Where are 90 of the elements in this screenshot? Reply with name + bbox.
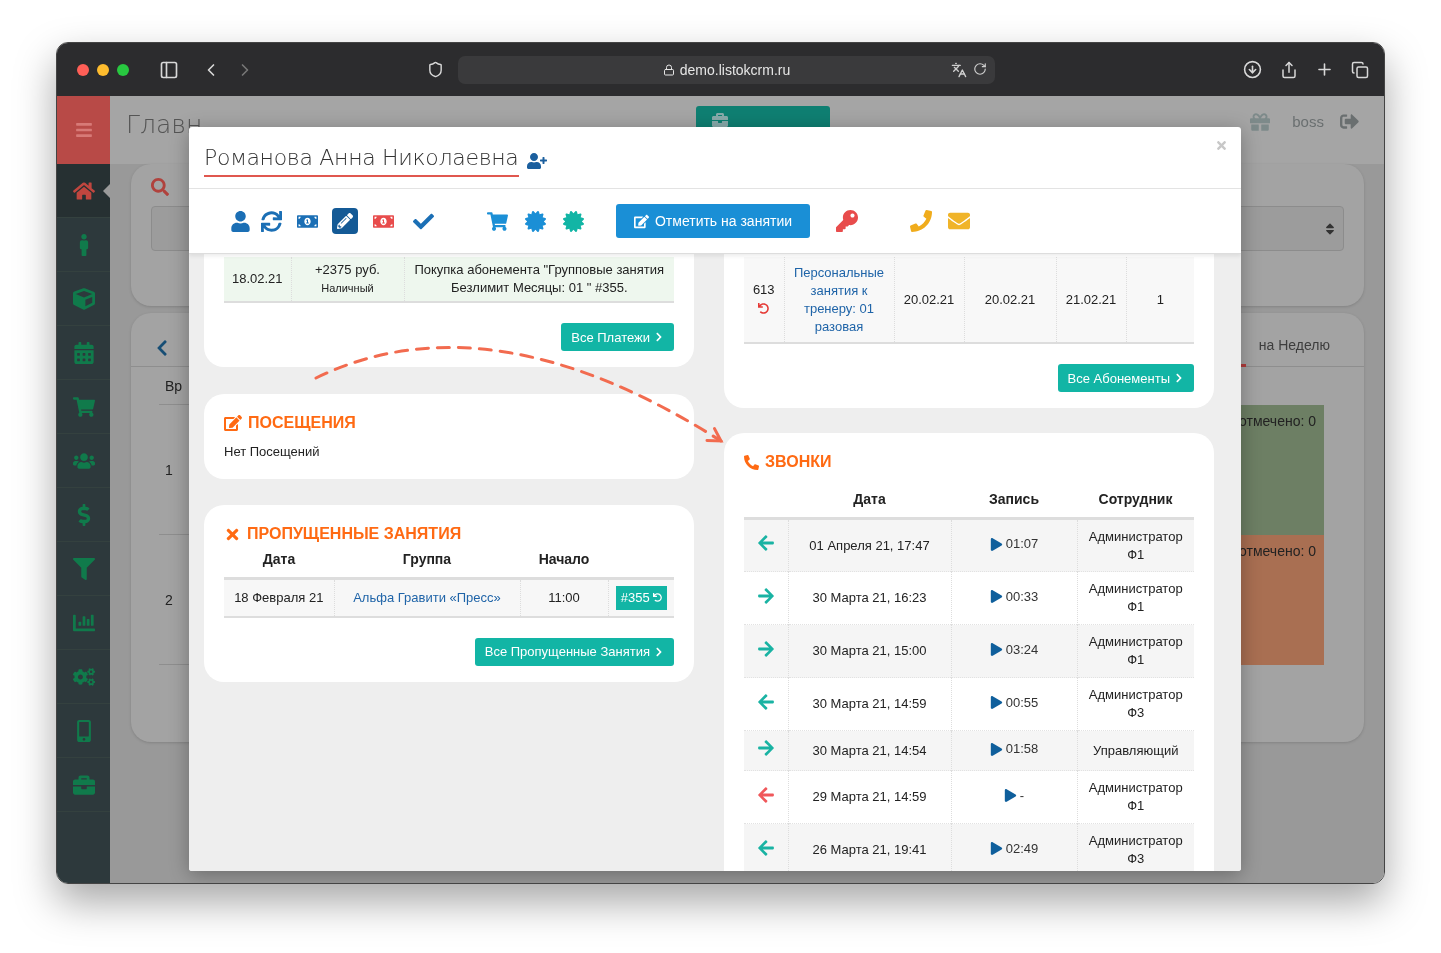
undo-icon[interactable] <box>758 302 770 314</box>
address-bar[interactable]: demo.listokcrm.ru <box>458 55 995 84</box>
gears-icon[interactable] <box>72 665 95 688</box>
table-cell: 20.02.21 <box>964 257 1056 343</box>
table-cell: 18 Февраля 21 <box>224 578 334 617</box>
lock-icon <box>662 63 675 76</box>
table-cell: Администратор Ф1 <box>1077 624 1194 678</box>
cart-icon[interactable] <box>72 395 95 418</box>
toolbar-button[interactable] <box>332 208 358 234</box>
empty-message: Нет Посещений <box>224 444 321 459</box>
table-cell: 30 Марта 21, 15:00 <box>788 624 951 678</box>
mark-attendance-button[interactable]: Отметить на занятии <box>616 204 810 238</box>
play-button[interactable]: 00:55 <box>989 693 1039 712</box>
play-icon[interactable] <box>989 742 1003 756</box>
sort-icon <box>1323 221 1337 236</box>
chevron-right-icon <box>654 646 664 657</box>
play-icon[interactable] <box>989 537 1003 551</box>
client-name: Романова Анна Николаевна <box>204 145 519 177</box>
table-cell-text: 613 <box>751 280 776 299</box>
sidebar-toggle-icon[interactable] <box>159 59 179 80</box>
table-cell: 01 Апреля 21, 17:47 <box>788 518 951 572</box>
column-header: Начало <box>520 543 608 579</box>
table-cell: 11:00 <box>520 578 608 617</box>
search-icon <box>151 178 169 196</box>
logout-icon[interactable] <box>1339 112 1359 131</box>
table-cell: 20.02.21 <box>894 257 964 343</box>
table-cell: Покупка абонемента "Групповые занятия Безлимит Месяцы: 01 " #355. <box>404 257 674 302</box>
edit-icon <box>224 414 242 432</box>
minimize-window-button[interactable] <box>97 63 109 76</box>
play-icon[interactable] <box>989 590 1003 604</box>
pencil-icon[interactable] <box>337 213 353 229</box>
chevron-right-icon <box>1174 373 1184 383</box>
play-button[interactable]: - <box>1003 786 1025 805</box>
user-name: boss <box>1292 113 1324 130</box>
schedule-slot: отмечено: 0 <box>1239 405 1324 535</box>
schedule-slot: отмечено: 0 <box>1239 535 1324 665</box>
add-user-icon[interactable] <box>526 151 547 171</box>
play-button[interactable]: 02:49 <box>989 839 1039 858</box>
shield-icon[interactable] <box>427 61 444 78</box>
play-icon[interactable] <box>989 842 1003 856</box>
column-header: Дата <box>788 483 951 519</box>
phone-icon <box>744 454 759 470</box>
sidebar-item[interactable] <box>57 164 110 218</box>
chevron-right-icon <box>654 332 664 342</box>
table-cell: +2375 руб. Наличный <box>291 257 404 302</box>
reload-icon[interactable] <box>973 61 987 76</box>
url-text: demo.listokcrm.ru <box>679 61 791 78</box>
briefcase-icon[interactable] <box>72 773 95 796</box>
cube-icon[interactable] <box>72 287 95 310</box>
play-icon[interactable] <box>1003 789 1017 803</box>
table-cell: 1 <box>1126 257 1194 343</box>
home-icon[interactable] <box>72 179 95 202</box>
week-tab[interactable]: на Неделю <box>1258 336 1330 367</box>
play-icon[interactable] <box>989 696 1003 710</box>
column-header: Дата <box>224 543 334 579</box>
table-cell: 30 Марта 21, 14:59 <box>788 677 951 731</box>
table-cell: 30 Марта 21, 16:23 <box>788 571 951 625</box>
filter-icon[interactable] <box>72 557 95 580</box>
table-cell: Администратор Ф3 <box>1077 823 1194 871</box>
column-header: Запись <box>951 483 1077 519</box>
table-cell: Администратор Ф1 <box>1077 770 1194 824</box>
table-cell: Администратор Ф1 <box>1077 571 1194 625</box>
table-cell: 18.02.21 <box>224 257 291 302</box>
play-button[interactable]: 00:33 <box>989 587 1039 606</box>
translate-icon[interactable] <box>951 61 967 78</box>
table-cell: 30 Марта 21, 14:54 <box>788 730 951 771</box>
play-icon[interactable] <box>989 643 1003 657</box>
column-header: Группа <box>334 543 520 579</box>
table-cell: Администратор Ф1 <box>1077 518 1194 572</box>
play-button[interactable]: 01:58 <box>989 740 1039 759</box>
undo-icon <box>652 593 662 603</box>
table-cell: Администратор Ф3 <box>1077 677 1194 731</box>
play-button[interactable]: 03:24 <box>989 640 1039 659</box>
table-cell: 26 Марта 21, 19:41 <box>788 823 951 871</box>
new-tab-icon[interactable] <box>1315 60 1334 79</box>
share-icon[interactable] <box>1280 60 1298 79</box>
table-cell: 29 Марта 21, 14:59 <box>788 770 951 824</box>
zoom-window-button[interactable] <box>117 63 129 76</box>
column-header: Сотрудник <box>1077 483 1194 519</box>
download-icon[interactable] <box>1243 60 1262 79</box>
table-cell: 21.02.21 <box>1056 257 1126 343</box>
close-window-button[interactable] <box>77 63 89 76</box>
calendar-icon[interactable] <box>72 341 95 364</box>
tabs-icon[interactable] <box>1351 60 1369 79</box>
table-cell: Управляющий <box>1077 730 1194 771</box>
play-button[interactable]: 01:07 <box>989 535 1039 554</box>
briefcase-icon[interactable] <box>712 112 729 128</box>
section-title: ЗВОНКИ <box>765 453 832 471</box>
edit-icon <box>633 213 649 229</box>
section-title: ПОСЕЩЕНИЯ <box>248 414 356 432</box>
